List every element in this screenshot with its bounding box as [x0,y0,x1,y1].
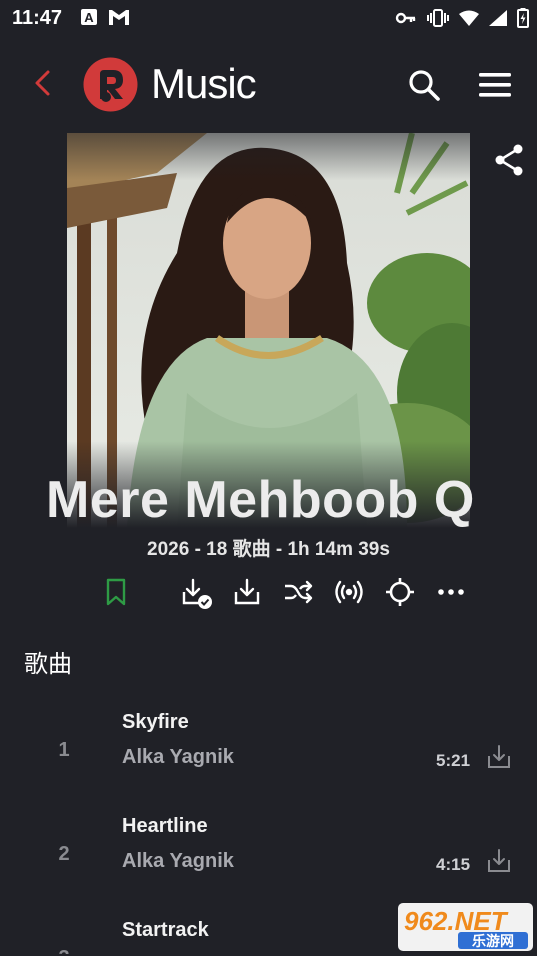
more-icon [438,589,464,595]
status-time: 11:47 [12,7,63,29]
hamburger-menu-icon [479,73,511,97]
chevron-left-icon [35,70,50,96]
downloaded-button[interactable] [180,576,212,609]
shuffle-icon [285,580,313,604]
font-a-icon: A [81,9,97,25]
wifi-icon [459,10,479,26]
share-button[interactable] [493,143,525,177]
share-icon [495,144,523,176]
radio-button[interactable] [333,576,365,608]
more-button[interactable] [435,576,467,608]
cover-shade [67,133,470,528]
app-logo [83,57,138,112]
track-title: Skyfire [122,711,189,733]
status-right-icons [395,8,529,28]
radio-icon [335,580,363,604]
track-artist: Alka Yagnik [122,746,234,768]
track-title: Heartline [122,815,208,837]
status-bar: 11:47 A [0,0,537,36]
album-title: Mere Mehboob Q [46,471,475,529]
locate-button[interactable] [384,576,416,608]
svg-text:A: A [84,10,94,25]
download-icon [488,849,510,872]
track-number: 2 [58,843,70,865]
track-artist: Alka Yagnik [122,850,234,872]
track-duration: 4:15 [436,855,471,874]
album-actions [0,572,537,612]
track-title: Startrack [122,919,209,941]
watermark-badge: 962.NET 乐游网 [398,903,533,951]
track-number: 3 [52,947,76,954]
search-icon [409,70,440,101]
app-bar: Music [0,48,537,122]
downloaded-icon [182,578,212,609]
track-download-button[interactable] [486,743,512,771]
status-left-icons: A [80,8,130,26]
app-title: Music [151,60,257,107]
track-download-button[interactable] [486,847,512,875]
back-button[interactable] [28,66,58,100]
track-row[interactable]: 1 Skyfire Alka Yagnik 5:21 [0,711,537,811]
gmail-icon [109,10,129,25]
menu-button[interactable] [478,70,512,100]
battery-icon [517,8,529,28]
vibrate-icon [427,9,449,27]
album-cover [67,133,470,528]
vpn-key-icon [395,12,416,24]
watermark-bottom: 乐游网 [472,933,514,950]
shuffle-button[interactable] [282,576,314,608]
locate-icon [386,578,414,606]
download-button[interactable] [231,576,263,608]
section-title: 歌曲 [24,651,72,678]
track-number: 1 [58,739,70,761]
search-button[interactable] [407,68,441,102]
track-duration: 5:21 [436,751,471,770]
watermark-logo: 962.NET 乐游网 [398,903,533,951]
download-icon [488,745,510,768]
album-meta: 2026 - 18 歌曲 - 1h 14m 39s [147,539,390,560]
watermark-top: 962.NET [404,906,509,936]
track-row[interactable]: 2 Heartline Alka Yagnik 4:15 [0,815,537,915]
download-icon [234,578,260,605]
signal-icon [489,10,507,26]
bookmark-button[interactable] [100,576,132,608]
bookmark-icon [106,578,126,606]
